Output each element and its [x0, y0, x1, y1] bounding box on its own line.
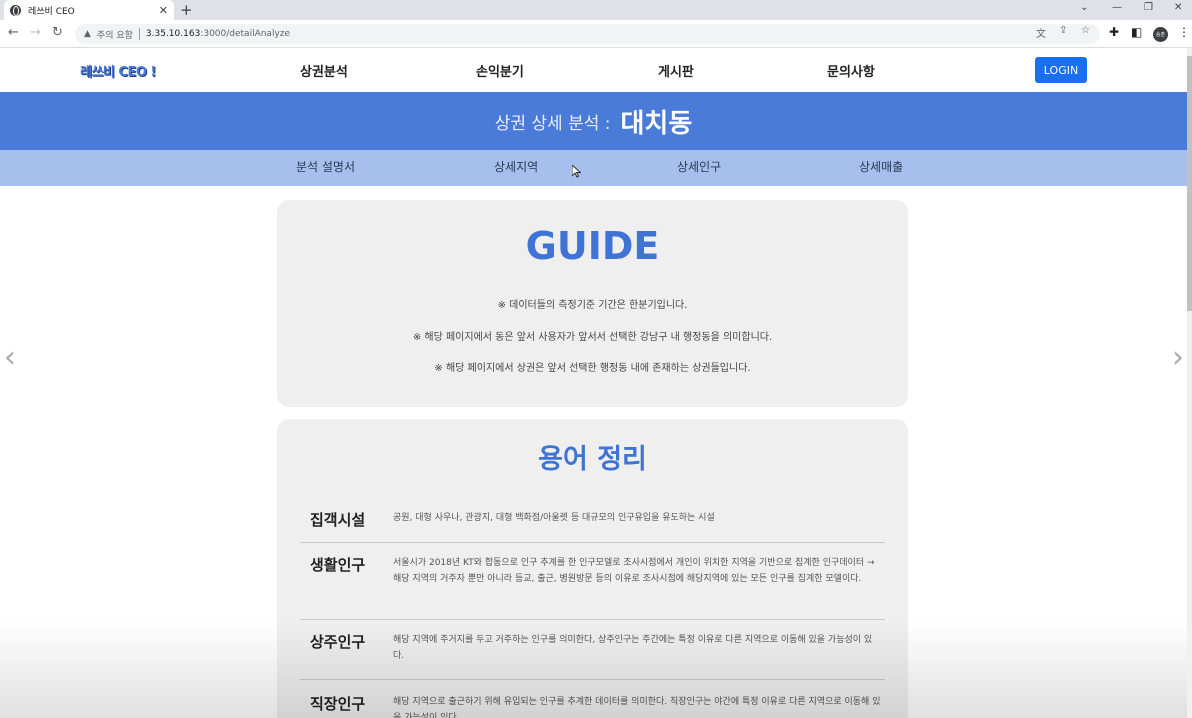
subnav-detail-area[interactable]: 상세지역 [494, 158, 538, 175]
login-button[interactable]: LOGIN [1035, 57, 1087, 83]
url-path: :3000/detailAnalyze [200, 29, 291, 39]
guide-card: GUIDE ※ 데이터들의 측정기준 기간은 한분기입니다. ※ 해당 페이지에… [277, 200, 908, 407]
back-icon[interactable]: ← [8, 25, 19, 40]
term-description: 해당 지역으로 출근하기 위해 유입되는 인구를 추계한 데이터를 의미한다. … [393, 697, 881, 718]
hero-prefix: 상권 상세 분석 : [494, 113, 611, 134]
nav-link-break-even[interactable]: 손익분기 [476, 61, 524, 80]
url-host: 3.35.10.163 [145, 29, 201, 39]
tab-title: 레쓰비 CEO [28, 6, 75, 17]
bookmark-star-icon[interactable]: ☆ [1081, 25, 1090, 36]
sub-navigation: 분석 설명서 상세지역 상세인구 상세매출 [0, 150, 1187, 186]
profile-avatar[interactable]: 승훈 [1153, 27, 1168, 42]
scrollbar-thumb[interactable] [1187, 56, 1192, 311]
carousel-next-icon[interactable]: › [1172, 340, 1184, 375]
guide-line: ※ 데이터들의 측정기준 기간은 한분기입니다. [497, 300, 688, 311]
term-name: 직장인구 [310, 695, 366, 713]
guide-title: GUIDE [525, 224, 660, 268]
subnav-detail-population[interactable]: 상세인구 [677, 158, 721, 175]
guide-line: ※ 해당 페이지에서 상권은 앞서 선택한 행정동 내에 존재하는 상권들입니다… [434, 363, 751, 374]
url-text: 3.35.10.163:3000/detailAnalyze [146, 29, 290, 39]
term-name: 상주인구 [310, 633, 366, 651]
carousel-prev-icon[interactable]: ‹ [4, 340, 16, 375]
term-row: 직장인구 해당 지역으로 출근하기 위해 유입되는 인구를 추계한 데이터를 의… [300, 693, 885, 718]
reload-icon[interactable]: ↻ [52, 25, 63, 40]
address-bar[interactable]: ▲ 주의 요함 3.35.10.163:3000/detailAnalyze [75, 24, 1100, 44]
term-description: 서울시가 2018년 KT와 합동으로 인구 추계를 한 인구모델로 조사시점에… [393, 558, 875, 584]
term-row: 집객시설 공원, 대형 사우나, 관광지, 대형 백화점/아울렛 등 대규모의 … [300, 509, 885, 543]
share-icon[interactable]: ⇪ [1059, 25, 1067, 36]
globe-icon [10, 4, 21, 16]
term-row: 상주인구 해당 지역에 주거지를 두고 거주하는 인구를 의미한다, 상주인구는… [300, 631, 885, 680]
term-row: 생활인구 서울시가 2018년 KT와 합동으로 인구 추계를 한 인구모델로 … [300, 554, 885, 620]
term-description: 해당 지역에 주거지를 두고 거주하는 인구를 의미한다, 상주인구는 주간에는… [393, 635, 873, 661]
subnav-guide[interactable]: 분석 설명서 [296, 158, 355, 175]
subnav-detail-sales[interactable]: 상세매출 [859, 158, 903, 175]
warning-icon: ▲ [84, 29, 91, 39]
translate-icon[interactable]: 文 [1036, 25, 1046, 40]
more-menu-icon[interactable]: ⋮ [1178, 25, 1190, 39]
close-window-button[interactable]: ✕ [1174, 2, 1182, 13]
mouse-cursor-icon [572, 165, 581, 178]
site-header: 레쓰비 CEO ! 상권분석 손익분기 게시판 문의사항 LOGIN [0, 48, 1187, 92]
browser-tab[interactable]: 레쓰비 CEO ✕ [4, 0, 174, 20]
restore-button[interactable]: ❐ [1144, 2, 1153, 13]
terms-title: 용어 정리 [538, 444, 647, 475]
forward-icon[interactable]: → [30, 25, 41, 40]
nav-link-market-analysis[interactable]: 상권분석 [300, 61, 348, 80]
page-scrollbar[interactable] [1187, 48, 1192, 718]
guide-line: ※ 해당 페이지에서 동은 앞서 사용자가 앞서서 선택한 강남구 내 행정동을… [412, 332, 773, 343]
terms-card: 용어 정리 집객시설 공원, 대형 사우나, 관광지, 대형 백화점/아울렛 등… [277, 419, 908, 718]
omnibox-separator [138, 28, 140, 40]
browser-tab-bar: 레쓰비 CEO ✕ + ⌄ — ❐ ✕ [0, 0, 1192, 20]
minimize-button[interactable]: — [1112, 2, 1122, 13]
browser-toolbar: ← → ↻ ▲ 주의 요함 3.35.10.163:3000/detailAna… [0, 20, 1192, 48]
new-tab-button[interactable]: + [180, 1, 193, 19]
tab-close-icon[interactable]: ✕ [159, 4, 168, 17]
term-name: 집객시설 [310, 511, 366, 529]
tab-search-icon[interactable]: ⌄ [1080, 2, 1088, 13]
security-warning-label: 주의 요함 [96, 30, 133, 41]
site-logo[interactable]: 레쓰비 CEO ! [80, 61, 156, 80]
extensions-icon[interactable]: ✚ [1109, 25, 1119, 39]
district-name: 대치동 [620, 108, 693, 139]
term-description: 공원, 대형 사우나, 관광지, 대형 백화점/아울렛 등 대규모의 인구유입을… [393, 513, 715, 523]
page-hero: 상권 상세 분석 : 대치동 [0, 92, 1187, 150]
nav-link-inquiry[interactable]: 문의사항 [827, 61, 875, 80]
term-name: 생활인구 [310, 556, 366, 574]
side-panel-icon[interactable]: ◧ [1131, 25, 1142, 39]
nav-link-board[interactable]: 게시판 [658, 61, 694, 80]
